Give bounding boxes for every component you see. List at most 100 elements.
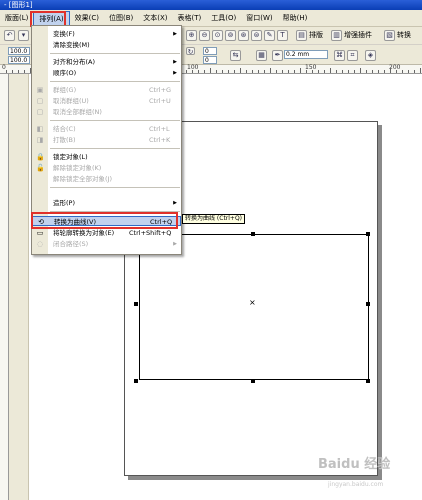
zoom-page-icon[interactable]: ⊚: [225, 30, 236, 41]
selection-handle[interactable]: [366, 302, 370, 306]
menu-item-clear-transform[interactable]: 清除变换(M): [32, 40, 181, 50]
ruler-tick: [24, 70, 25, 73]
menu-item-outline-to-object[interactable]: ▭ 将轮廓转换为对象(E) Ctrl+Shift+Q: [32, 228, 181, 238]
menu-item-label: 顺序(O): [53, 69, 77, 77]
mirror-h-icon[interactable]: ⇆: [230, 50, 241, 61]
ruler-tick: [324, 70, 325, 73]
unlock-icon: 🔓: [36, 164, 45, 172]
menu-separator: [50, 120, 180, 121]
menu-item-label: 结合(C): [53, 125, 76, 133]
convert-label[interactable]: 转换: [397, 30, 411, 41]
menu-item-order[interactable]: 顺序(O) ▶: [32, 68, 181, 78]
x-position-field[interactable]: 100.0: [8, 47, 30, 55]
menu-item-label: 解除锁定对象(K): [53, 164, 102, 172]
ruler-tick: [348, 70, 349, 73]
menu-effects[interactable]: 效果(C): [70, 11, 104, 26]
menu-item-label: 打散(B): [53, 136, 76, 144]
ruler-tick: [276, 70, 277, 73]
ruler-tick: [336, 70, 337, 73]
outline-width-select[interactable]: 0.2 mm: [284, 50, 328, 59]
menu-item-label: 将轮廓转换为对象(E): [53, 229, 115, 237]
combine-icon[interactable]: ⌗: [347, 50, 358, 61]
align-icon[interactable]: ▦: [256, 50, 267, 61]
menu-item-ungroup[interactable]: ▢ 取消群组(U) Ctrl+U: [32, 96, 181, 106]
zoom-in-icon[interactable]: ⊕: [186, 30, 197, 41]
menu-item-ungroup-all[interactable]: ▢ 取消全部群组(N): [32, 107, 181, 117]
ruler-tick: [12, 70, 13, 73]
ruler-tick: [258, 70, 259, 73]
zoom-fit-icon[interactable]: ⊙: [212, 30, 223, 41]
typeset-icon[interactable]: ▤: [296, 30, 307, 41]
rotation-center-icon[interactable]: ×: [249, 299, 256, 307]
undo-icon[interactable]: ↶: [4, 30, 15, 41]
ruler-tick: [282, 70, 283, 73]
menu-item-shortcut: Ctrl+L: [149, 125, 170, 133]
menu-text[interactable]: 文本(X): [138, 11, 172, 26]
convert-icon[interactable]: ▧: [384, 30, 395, 41]
zoom-height-icon[interactable]: ⊜: [251, 30, 262, 41]
selection-handle[interactable]: [366, 232, 370, 236]
y-position-field[interactable]: 100.0: [8, 56, 30, 64]
menu-tools[interactable]: 工具(O): [206, 11, 241, 26]
ruler-tick: [330, 68, 331, 73]
menu-bitmaps[interactable]: 位图(B): [104, 11, 138, 26]
wrap-icon[interactable]: ◈: [365, 50, 376, 61]
selected-rectangle[interactable]: [139, 234, 369, 380]
selection-handle[interactable]: [134, 302, 138, 306]
ruler-tick: [222, 70, 223, 73]
selection-handle[interactable]: [366, 379, 370, 383]
ruler-tick: [312, 70, 313, 73]
menu-item-align-distribute[interactable]: 对齐和分布(A) ▶: [32, 57, 181, 67]
menu-layout[interactable]: 版面(L): [0, 11, 33, 26]
text-tool-icon[interactable]: T: [277, 30, 288, 41]
menu-item-lock-object[interactable]: 🔒 锁定对象(L): [32, 152, 181, 162]
selection-handle[interactable]: [251, 379, 255, 383]
menu-item-combine[interactable]: ◧ 结合(C) Ctrl+L: [32, 124, 181, 134]
ruler-tick: [252, 70, 253, 73]
angle2-field[interactable]: 0: [203, 56, 217, 64]
enhance-plugin-label[interactable]: 增强插件: [344, 30, 372, 41]
ruler-tick: [240, 68, 241, 73]
menu-item-shortcut: Ctrl+U: [149, 97, 171, 105]
menu-item-label: 造形(P): [53, 199, 75, 207]
menu-window[interactable]: 窗口(W): [241, 11, 277, 26]
menu-help[interactable]: 帮助(H): [278, 11, 313, 26]
menu-item-label: 解除锁定全部对象(J): [53, 175, 112, 183]
ruler-tick: [294, 70, 295, 73]
ruler-tick: [264, 70, 265, 73]
ruler-tick: [186, 70, 187, 73]
menu-item-shaping[interactable]: 造形(P) ▶: [32, 198, 181, 208]
menu-item-transform[interactable]: 变换(F) ▶: [32, 29, 181, 39]
ruler-tick: [420, 68, 421, 73]
ruler-tick: [198, 70, 199, 73]
tooltip: 转换为曲线 (Ctrl+Q): [182, 214, 246, 224]
zoom-out-icon[interactable]: ⊖: [199, 30, 210, 41]
ruler-tick: [342, 70, 343, 73]
ruler-tick: [6, 70, 7, 73]
typeset-label[interactable]: 排版: [309, 30, 323, 41]
close-path-icon: ◌: [36, 240, 44, 248]
menu-item-break-apart[interactable]: ◨ 打散(B) Ctrl+K: [32, 135, 181, 145]
pan-icon[interactable]: ✎: [264, 30, 275, 41]
redo-icon[interactable]: ▾: [18, 30, 29, 41]
menu-item-close-path[interactable]: ◌ 闭合路径(S) ▶: [32, 239, 181, 249]
angle-field[interactable]: 0: [203, 47, 217, 55]
submenu-arrow-icon: ▶: [173, 200, 177, 206]
ruler-tick: [414, 70, 415, 73]
menu-item-unlock-all[interactable]: 解除锁定全部对象(J): [32, 174, 181, 184]
plugin-icon[interactable]: ▥: [331, 30, 342, 41]
ruler-tick: [204, 70, 205, 73]
menu-item-group[interactable]: ▣ 群组(G) Ctrl+G: [32, 85, 181, 95]
break-apart-icon[interactable]: ⌘: [334, 50, 345, 61]
outline-pen-icon: ✒: [272, 50, 283, 61]
zoom-width-icon[interactable]: ⊛: [238, 30, 249, 41]
ruler-tick: [318, 70, 319, 73]
menu-table[interactable]: 表格(T): [173, 11, 207, 26]
menu-item-shortcut: Ctrl+G: [149, 86, 172, 94]
selection-handle[interactable]: [134, 379, 138, 383]
window-title: - [图形1]: [4, 1, 33, 9]
ruler-tick: [408, 70, 409, 73]
selection-handle[interactable]: [251, 232, 255, 236]
menu-item-unlock-object[interactable]: 🔓 解除锁定对象(K): [32, 163, 181, 173]
ruler-tick: [228, 70, 229, 73]
